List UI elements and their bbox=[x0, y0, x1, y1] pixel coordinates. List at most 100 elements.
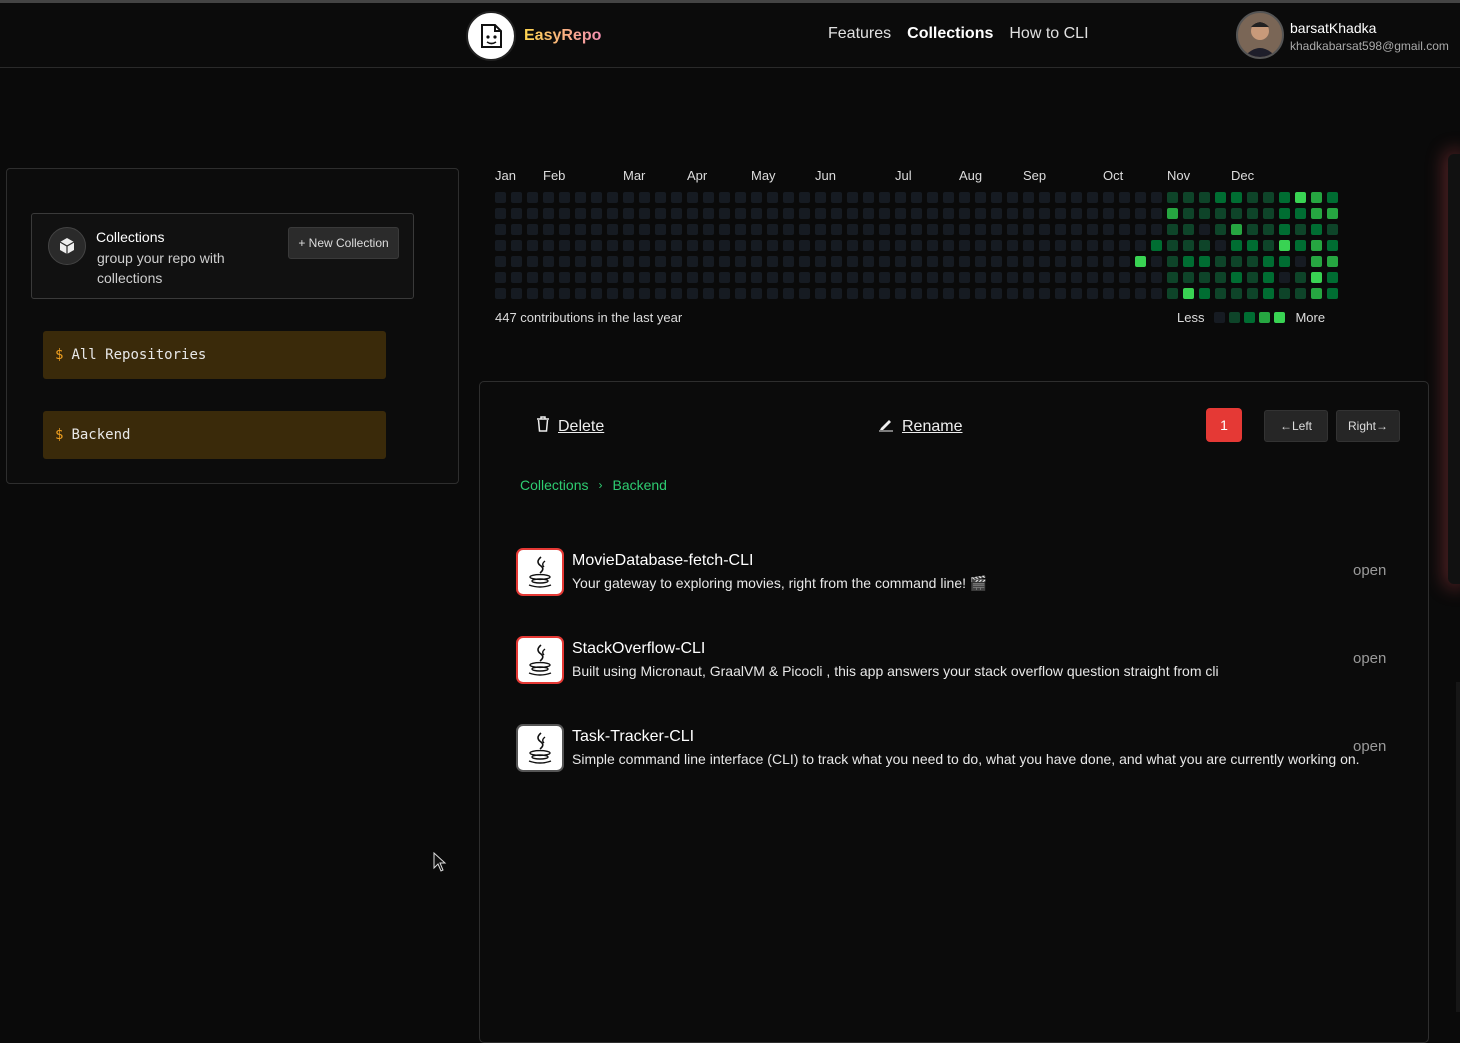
heatmap-cell bbox=[1119, 240, 1130, 251]
heatmap-cell bbox=[831, 224, 842, 235]
legend-swatch bbox=[1229, 312, 1241, 323]
heatmap-cell bbox=[543, 288, 554, 299]
page-number-badge[interactable]: 1 bbox=[1206, 408, 1242, 442]
heatmap-cell bbox=[927, 240, 938, 251]
heatmap-cell bbox=[1183, 192, 1194, 203]
heatmap-cell bbox=[1119, 192, 1130, 203]
rename-button[interactable]: Rename bbox=[878, 416, 962, 437]
heatmap-cell bbox=[847, 288, 858, 299]
collections-title: Collections bbox=[96, 229, 165, 245]
top-navbar: EasyRepo Features Collections How to CLI… bbox=[0, 3, 1460, 68]
heatmap-cell bbox=[1007, 256, 1018, 267]
heatmap-cell bbox=[655, 208, 666, 219]
brand-logo-link[interactable]: EasyRepo bbox=[466, 11, 601, 61]
delete-button[interactable]: Delete bbox=[536, 416, 604, 437]
legend-more: More bbox=[1295, 310, 1326, 325]
repo-item[interactable]: MovieDatabase-fetch-CLI Your gateway to … bbox=[516, 548, 1396, 596]
nav-collections[interactable]: Collections bbox=[907, 25, 993, 43]
heatmap-cell bbox=[863, 256, 874, 267]
heatmap-cell bbox=[751, 240, 762, 251]
heatmap-cell bbox=[559, 288, 570, 299]
nav-features[interactable]: Features bbox=[828, 25, 891, 43]
heatmap-cell bbox=[1071, 208, 1082, 219]
left-button[interactable]: ←Left bbox=[1264, 410, 1328, 442]
heatmap-cell bbox=[1231, 288, 1242, 299]
heatmap-cell bbox=[623, 256, 634, 267]
heatmap-cell bbox=[1023, 288, 1034, 299]
breadcrumb-collections[interactable]: Collections bbox=[520, 477, 588, 493]
heatmap-cell bbox=[1247, 240, 1258, 251]
heatmap-cell bbox=[1263, 256, 1274, 267]
repo-item[interactable]: StackOverflow-CLI Built using Micronaut,… bbox=[516, 636, 1396, 684]
heatmap-cell bbox=[735, 272, 746, 283]
heatmap-cell bbox=[799, 272, 810, 283]
heatmap-cell bbox=[1151, 224, 1162, 235]
heatmap-cell bbox=[767, 256, 778, 267]
heatmap-cell bbox=[671, 208, 682, 219]
heatmap-cell bbox=[559, 192, 570, 203]
legend-swatch bbox=[1244, 312, 1256, 323]
open-link[interactable]: open bbox=[1353, 738, 1386, 755]
heatmap-cell bbox=[943, 224, 954, 235]
heatmap-cell bbox=[815, 272, 826, 283]
heatmap-cell bbox=[1007, 208, 1018, 219]
heatmap-cell bbox=[751, 208, 762, 219]
heatmap-cell bbox=[927, 224, 938, 235]
heatmap-cell bbox=[1087, 224, 1098, 235]
heatmap-cell bbox=[1295, 272, 1306, 283]
heatmap-cell bbox=[1327, 224, 1338, 235]
heatmap-cell bbox=[959, 192, 970, 203]
open-link[interactable]: open bbox=[1353, 650, 1386, 667]
java-icon bbox=[516, 724, 564, 772]
heatmap-cell bbox=[623, 224, 634, 235]
heatmap-cell bbox=[1199, 288, 1210, 299]
heatmap-cell bbox=[1039, 208, 1050, 219]
heatmap-cell bbox=[527, 256, 538, 267]
heatmap-cell bbox=[1135, 288, 1146, 299]
brand-name: EasyRepo bbox=[524, 27, 602, 44]
nav-how-to-cli[interactable]: How to CLI bbox=[1009, 25, 1088, 43]
heatmap-cell bbox=[639, 288, 650, 299]
collections-card: Collections group your repo with collect… bbox=[31, 213, 414, 299]
heatmap-cell bbox=[1311, 256, 1322, 267]
heatmap-cell bbox=[607, 208, 618, 219]
heatmap-cell bbox=[1263, 192, 1274, 203]
heatmap-cell bbox=[671, 224, 682, 235]
collection-all-repositories[interactable]: $ All Repositories bbox=[43, 331, 386, 379]
breadcrumb-backend[interactable]: Backend bbox=[612, 477, 666, 493]
heatmap-cell bbox=[863, 224, 874, 235]
right-button[interactable]: Right→ bbox=[1336, 410, 1400, 442]
new-collection-button[interactable]: + New Collection bbox=[288, 227, 399, 259]
heatmap-cell bbox=[879, 288, 890, 299]
heatmap-cell bbox=[799, 288, 810, 299]
heatmap-cell bbox=[719, 192, 730, 203]
heatmap-cell bbox=[639, 192, 650, 203]
heatmap-cell bbox=[687, 288, 698, 299]
heatmap-month-label: Nov bbox=[1167, 168, 1191, 183]
heatmap-cell bbox=[1327, 192, 1338, 203]
heatmap-cell bbox=[1087, 288, 1098, 299]
heatmap-cell bbox=[511, 272, 522, 283]
heatmap-cell bbox=[559, 256, 570, 267]
heatmap-cell bbox=[1199, 192, 1210, 203]
collection-detail-panel: Delete Rename 1 ←Left Right→ Collections… bbox=[479, 381, 1429, 1043]
heatmap-cell bbox=[591, 208, 602, 219]
user-profile[interactable]: barsatKhadka khadkabarsat598@gmail.com bbox=[1236, 11, 1449, 59]
mouse-cursor-icon bbox=[433, 851, 447, 877]
heatmap-cell bbox=[511, 208, 522, 219]
open-link[interactable]: open bbox=[1353, 562, 1386, 579]
heatmap-cell bbox=[527, 224, 538, 235]
repo-item[interactable]: Task-Tracker-CLI Simple command line int… bbox=[516, 724, 1396, 772]
heatmap-cell bbox=[591, 224, 602, 235]
heatmap-cell bbox=[1151, 208, 1162, 219]
heatmap-cell bbox=[575, 272, 586, 283]
heatmap-cell bbox=[959, 224, 970, 235]
heatmap-cell bbox=[607, 256, 618, 267]
collection-backend[interactable]: $ Backend bbox=[43, 411, 386, 459]
heatmap-cell bbox=[719, 240, 730, 251]
heatmap-cell bbox=[1167, 240, 1178, 251]
heatmap-cell bbox=[1055, 288, 1066, 299]
collections-sidebar: Collections group your repo with collect… bbox=[6, 168, 459, 484]
heatmap-cell bbox=[607, 240, 618, 251]
heatmap-cell bbox=[911, 192, 922, 203]
